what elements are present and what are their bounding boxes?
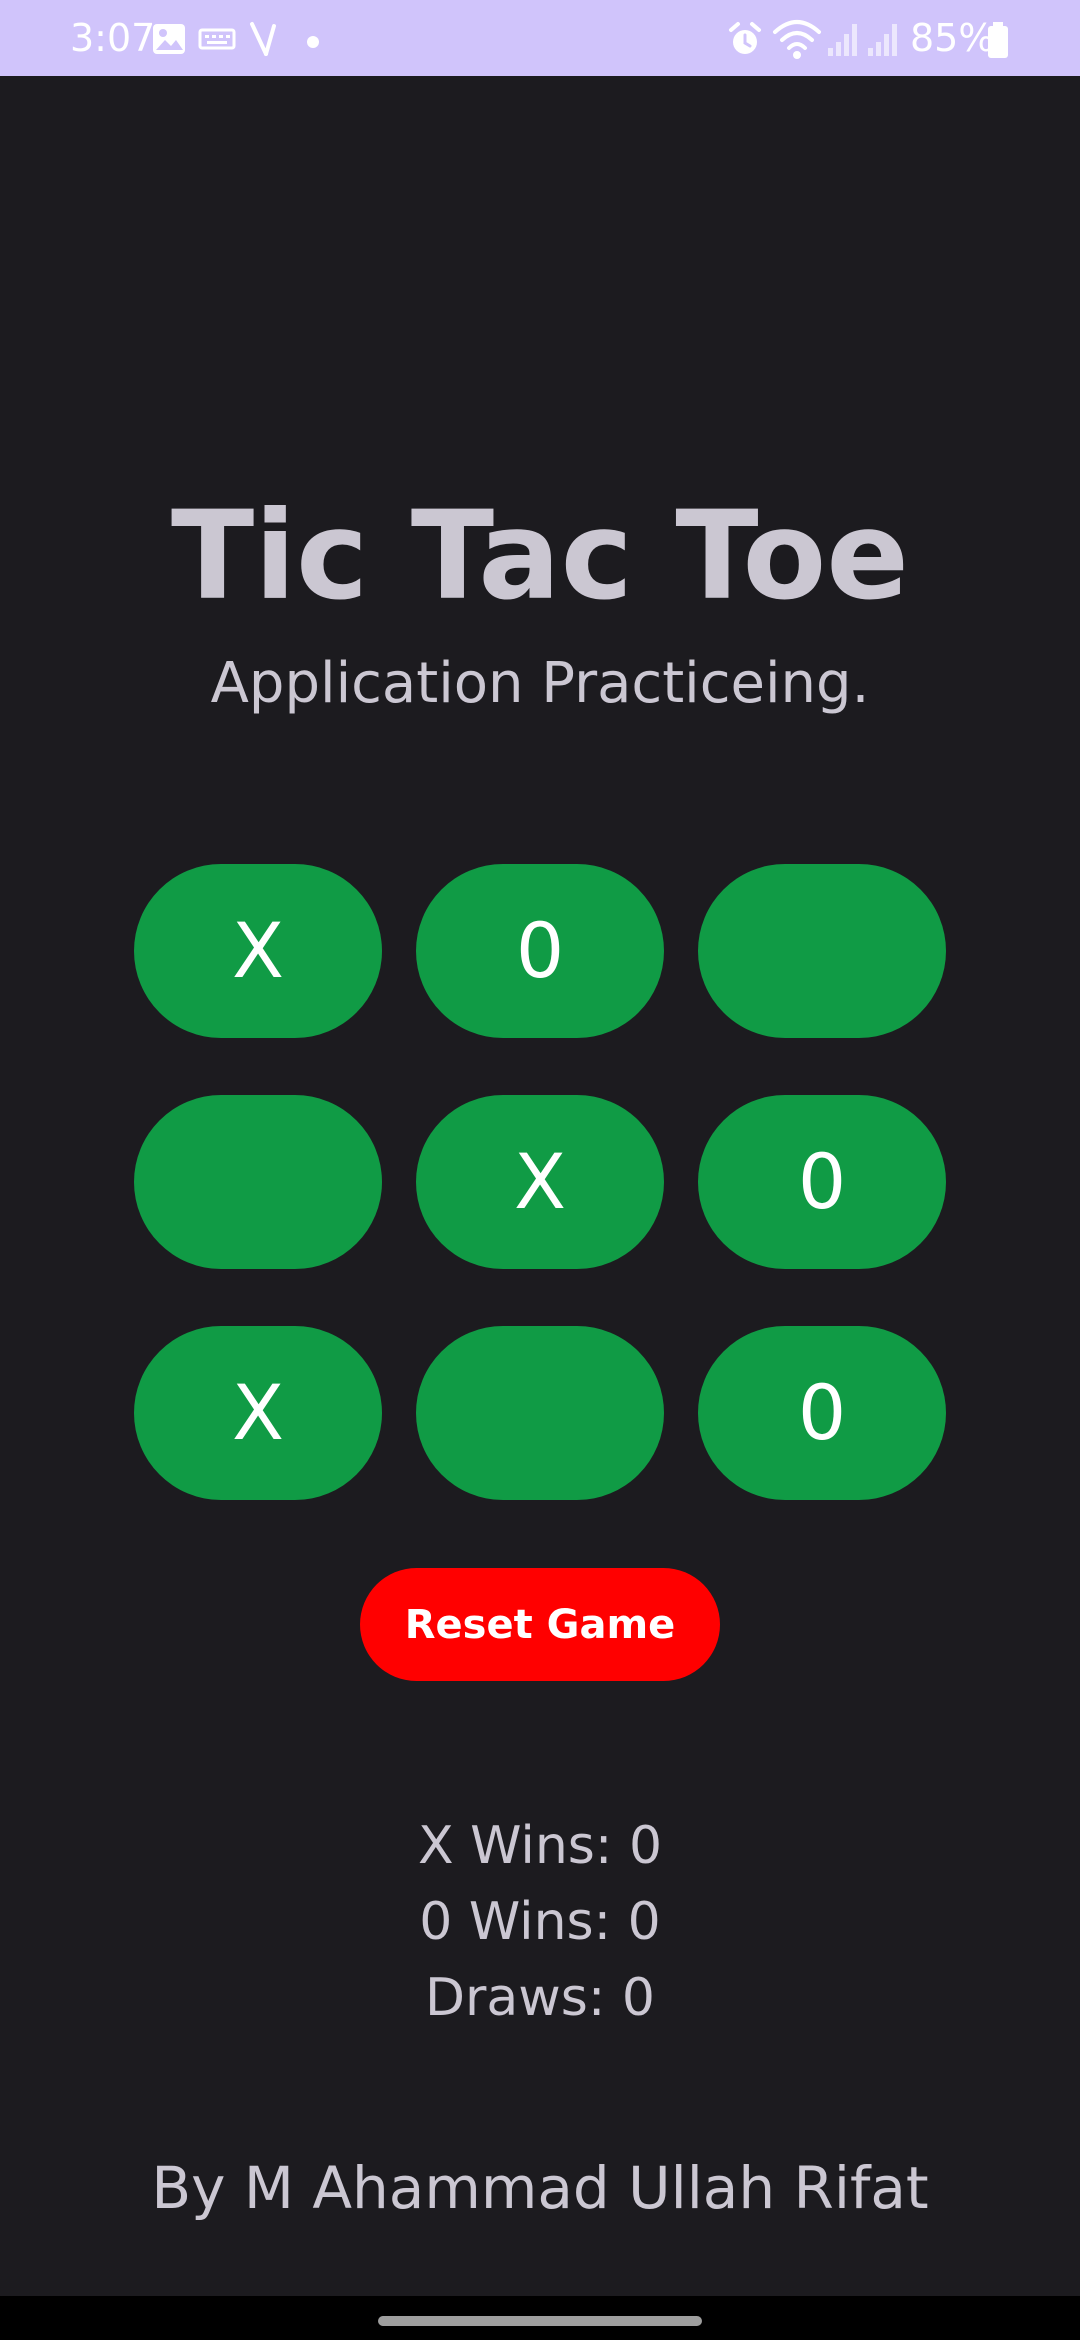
board-cell[interactable]: X xyxy=(134,864,382,1038)
board-cell[interactable]: X xyxy=(416,1095,664,1269)
draws-count: Draws: 0 xyxy=(424,1968,656,2028)
signal-icon xyxy=(828,24,857,56)
battery-percentage: 85% xyxy=(910,16,995,60)
home-gesture-handle[interactable] xyxy=(378,2316,702,2326)
navigation-bar xyxy=(0,2296,1080,2340)
wifi-icon xyxy=(773,20,821,59)
board-cell[interactable]: 0 xyxy=(698,1326,946,1500)
alarm-icon xyxy=(729,22,761,54)
page-title: Tic Tac Toe xyxy=(170,485,910,627)
board-cell[interactable] xyxy=(134,1095,382,1269)
image-icon xyxy=(153,24,185,54)
status-time: 3:07 xyxy=(70,16,156,60)
keyboard-icon xyxy=(198,28,236,50)
phone-missed-icon xyxy=(250,22,276,56)
board-cell[interactable]: X xyxy=(134,1326,382,1500)
game-board: X 0 X 0 X 0 xyxy=(134,864,946,1500)
o-wins-count: 0 Wins: 0 xyxy=(419,1892,661,1952)
battery-icon xyxy=(988,22,1008,58)
reset-game-button[interactable]: Reset Game xyxy=(360,1568,720,1681)
signal-icon-2 xyxy=(868,24,897,56)
author-credit: By M Ahammad Ullah Rifat xyxy=(151,2154,929,2222)
board-cell[interactable]: 0 xyxy=(698,1095,946,1269)
page-subtitle: Application Practiceing. xyxy=(210,651,870,716)
board-cell[interactable] xyxy=(698,864,946,1038)
score-stats: X Wins: 0 0 Wins: 0 Draws: 0 xyxy=(0,1808,1080,2036)
board-cell[interactable] xyxy=(416,1326,664,1500)
board-cell[interactable]: 0 xyxy=(416,864,664,1038)
dot-icon xyxy=(307,36,319,48)
x-wins-count: X Wins: 0 xyxy=(417,1816,663,1876)
status-bar: 3:07 85% xyxy=(0,0,1080,76)
